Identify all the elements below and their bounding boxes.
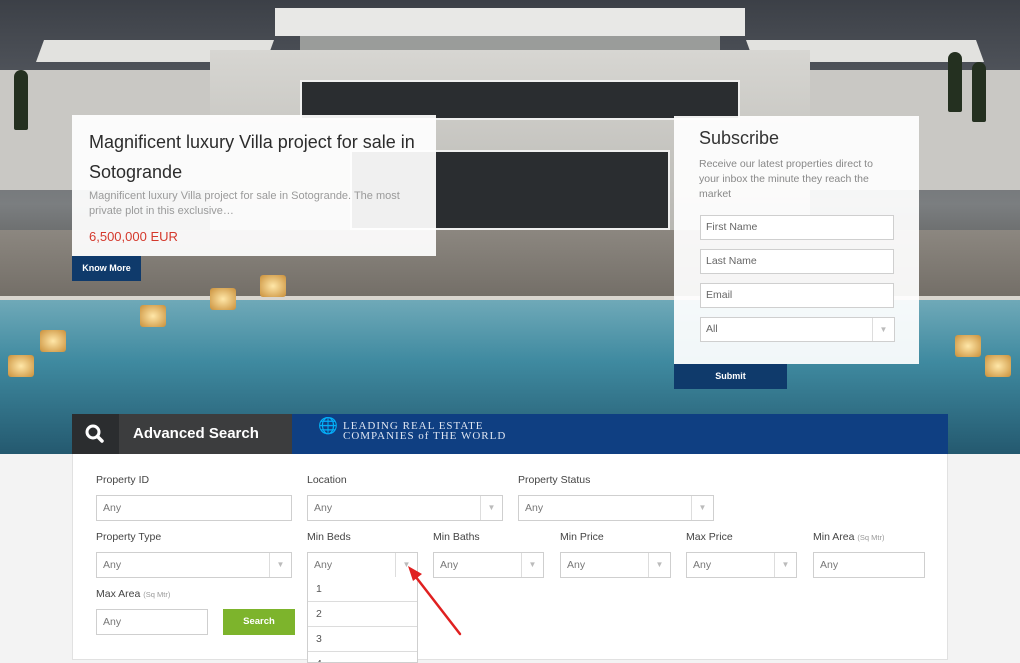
chevron-down-icon: ▼: [521, 553, 543, 577]
hero-window: [300, 80, 740, 120]
dropdown-option[interactable]: 1: [308, 577, 417, 602]
location-value: Any: [314, 502, 333, 514]
property-status-select[interactable]: Any ▼: [518, 495, 714, 521]
subscribe-select[interactable]: All ▼: [700, 317, 895, 342]
chevron-down-icon: ▼: [774, 553, 796, 577]
chevron-down-icon: ▼: [395, 553, 417, 577]
property-status-label: Property Status: [518, 474, 591, 486]
chevron-down-icon: ▼: [648, 553, 670, 577]
property-type-select[interactable]: Any ▼: [96, 552, 292, 578]
max-price-select[interactable]: Any ▼: [686, 552, 797, 578]
property-id-input[interactable]: Any: [96, 495, 292, 521]
dropdown-option[interactable]: 3: [308, 627, 417, 652]
min-price-label: Min Price: [560, 531, 604, 543]
globe-icon: 🌐: [318, 418, 339, 435]
hero-roof-main: [275, 8, 745, 36]
property-id-label: Property ID: [96, 474, 150, 486]
featured-listing-card: Magnificent luxury Villa project for sal…: [72, 115, 436, 256]
min-beds-dropdown: 1 2 3 4: [307, 577, 418, 663]
location-label: Location: [307, 474, 347, 486]
subscribe-select-value: All: [706, 323, 718, 335]
hero-lamp: [985, 355, 1011, 377]
hero-lamp: [260, 275, 286, 297]
brand-line-2: COMPANIES of THE WORLD: [343, 430, 507, 442]
min-price-select[interactable]: Any ▼: [560, 552, 671, 578]
hero-lamp: [955, 335, 981, 357]
max-area-input[interactable]: Any: [96, 609, 208, 635]
hero-tree: [972, 62, 986, 122]
dropdown-option[interactable]: 4: [308, 652, 417, 662]
hero-roof-band: [300, 36, 720, 50]
search-icon: [85, 424, 104, 443]
hero-lamp: [40, 330, 66, 352]
listing-excerpt: Magnificent luxury Villa project for sal…: [89, 190, 400, 217]
min-area-unit: (Sq Mtr): [857, 533, 885, 542]
max-area-label: Max Area (Sq Mtr): [96, 588, 170, 600]
tab-advanced-search[interactable]: Advanced Search: [119, 414, 292, 454]
hero-lamp: [8, 355, 34, 377]
min-baths-label: Min Baths: [433, 531, 480, 543]
listing-title[interactable]: Magnificent luxury Villa project for sal…: [89, 127, 419, 187]
min-baths-select[interactable]: Any ▼: [433, 552, 544, 578]
email-input[interactable]: Email: [700, 283, 894, 308]
max-area-unit: (Sq Mtr): [143, 590, 171, 599]
hero-tree: [948, 52, 962, 112]
chevron-down-icon: ▼: [480, 496, 502, 520]
first-name-input[interactable]: First Name: [700, 215, 894, 240]
max-price-label: Max Price: [686, 531, 733, 543]
min-baths-value: Any: [440, 559, 459, 571]
property-status-value: Any: [525, 502, 544, 514]
location-select[interactable]: Any ▼: [307, 495, 503, 521]
dropdown-option[interactable]: 2: [308, 602, 417, 627]
hero-tree: [14, 70, 28, 130]
listing-price: 6,500,000 EUR: [89, 229, 178, 244]
min-area-input[interactable]: Any: [813, 552, 925, 578]
hero-lamp: [210, 288, 236, 310]
chevron-down-icon: ▼: [691, 496, 713, 520]
subscribe-title: Subscribe: [699, 128, 780, 148]
property-type-value: Any: [103, 559, 122, 571]
hero-lamp: [140, 305, 166, 327]
max-price-value: Any: [693, 559, 712, 571]
min-area-label-text: Min Area: [813, 531, 855, 543]
know-more-button[interactable]: Know More: [72, 256, 141, 281]
min-beds-label: Min Beds: [307, 531, 351, 543]
chevron-down-icon: ▼: [269, 553, 291, 577]
search-button[interactable]: Search: [223, 609, 295, 635]
min-area-label: Min Area (Sq Mtr): [813, 531, 884, 543]
max-area-label-text: Max Area: [96, 588, 141, 600]
min-beds-value: Any: [314, 559, 333, 571]
chevron-down-icon: ▼: [872, 318, 894, 341]
last-name-input[interactable]: Last Name: [700, 249, 894, 274]
min-beds-select[interactable]: Any ▼: [307, 552, 418, 578]
property-type-label: Property Type: [96, 531, 162, 543]
min-price-value: Any: [567, 559, 586, 571]
search-toggle[interactable]: [72, 414, 119, 454]
subscribe-description: Receive our latest properties direct to …: [699, 158, 873, 200]
submit-button[interactable]: Submit: [674, 364, 787, 389]
